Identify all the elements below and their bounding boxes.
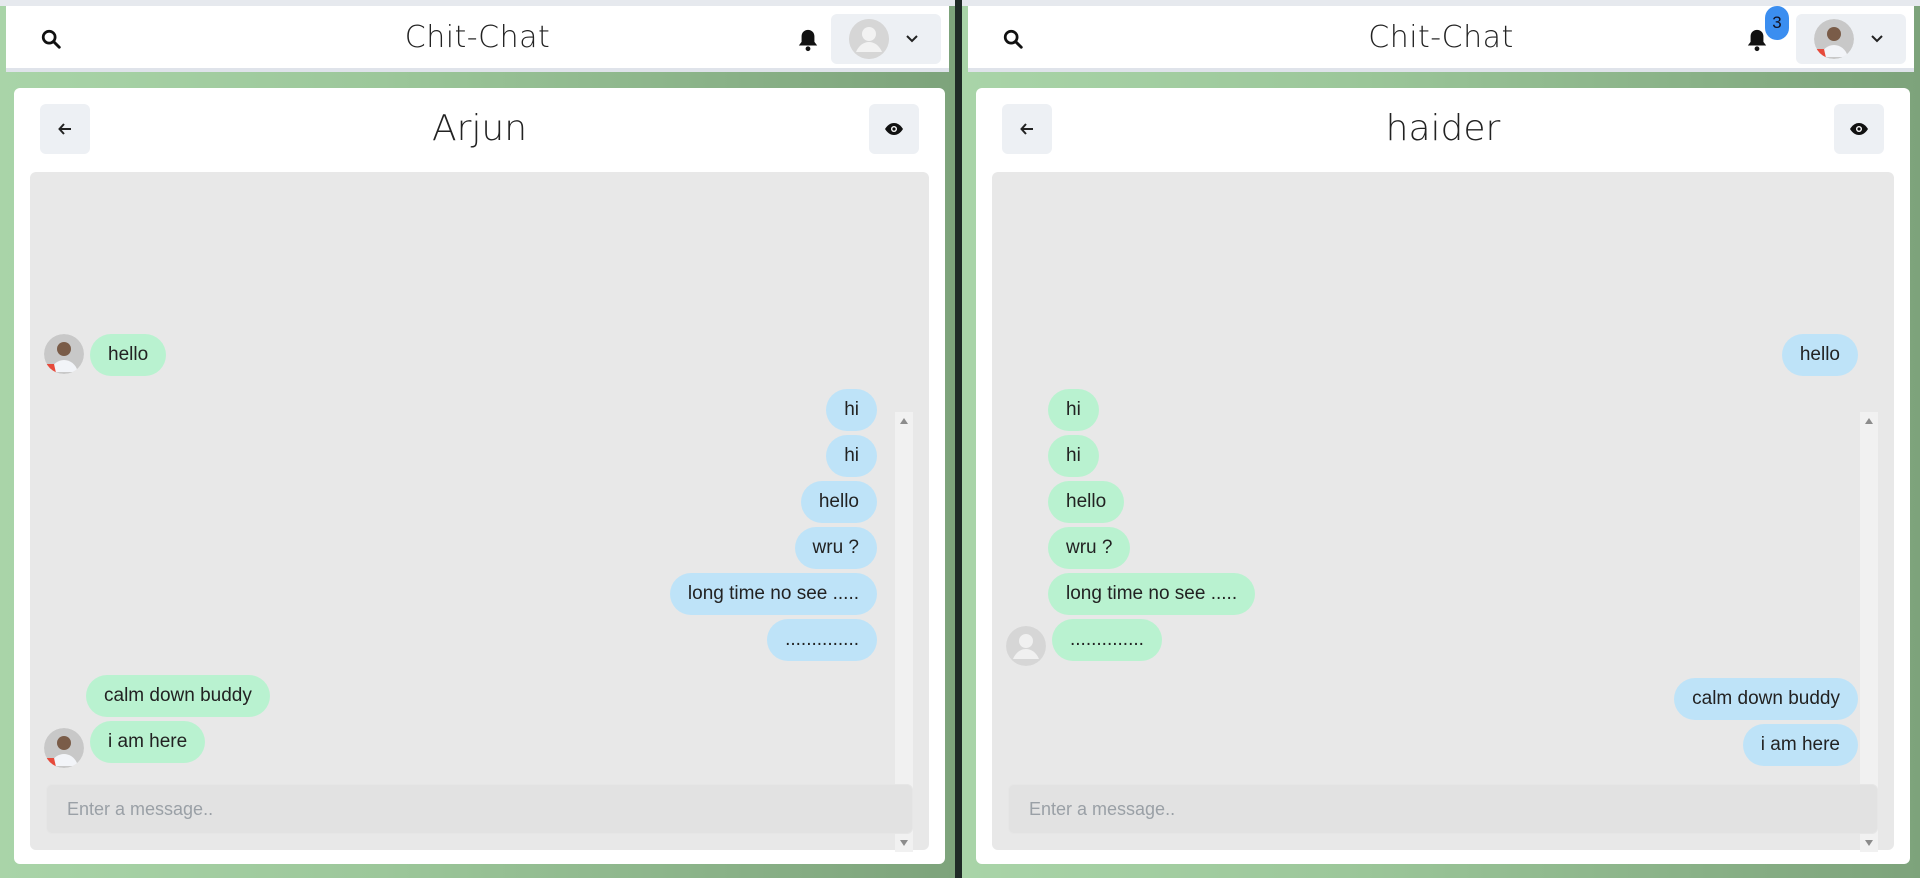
profile-menu-button[interactable] xyxy=(831,14,941,64)
avatar-icon xyxy=(849,19,889,59)
message-bubble: wru ? xyxy=(794,527,877,569)
chevron-down-icon xyxy=(905,32,919,46)
chat-card: Arjun hello hi hi hello wru ? long time … xyxy=(14,88,945,864)
message-bubble: hi xyxy=(826,435,877,477)
message-input[interactable] xyxy=(46,784,913,834)
chat-title: Arjun xyxy=(431,108,528,149)
avatar-icon xyxy=(1814,19,1854,59)
message-bubble: i am here xyxy=(90,721,206,763)
bell-icon[interactable] xyxy=(794,26,822,54)
message-bubble: long time no see ..... xyxy=(669,573,877,615)
profile-menu-button[interactable] xyxy=(1796,14,1906,64)
message-bubble: hello xyxy=(800,481,877,523)
avatar xyxy=(44,728,84,768)
message-bubble: i am here xyxy=(1742,724,1858,766)
message-area: hello hi hi hello wru ? long time no see… xyxy=(30,172,929,852)
window-divider xyxy=(955,0,962,878)
message-bubble: calm down buddy xyxy=(1674,678,1858,720)
message-bubble: hi xyxy=(1048,389,1099,431)
avatar xyxy=(44,334,84,374)
left-window: Chit-Chat Arjun hello hi hi hello wru ? … xyxy=(0,0,955,878)
message-bubble: .............. xyxy=(767,619,877,661)
chevron-down-icon xyxy=(1870,32,1884,46)
message-bubble: hi xyxy=(1048,435,1099,477)
eye-icon xyxy=(885,123,903,135)
navbar: Chit-Chat xyxy=(6,6,949,72)
view-profile-button[interactable] xyxy=(1834,104,1884,154)
message-bubble: hello xyxy=(90,334,167,376)
navbar: Chit-Chat 3 xyxy=(968,6,1914,72)
chat-title: haider xyxy=(1385,108,1501,149)
message-input[interactable] xyxy=(1008,784,1878,834)
view-profile-button[interactable] xyxy=(869,104,919,154)
message-area: hello hi hi hello wru ? long time no see… xyxy=(992,172,1894,852)
message-bubble: .............. xyxy=(1052,619,1162,661)
message-bubble: calm down buddy xyxy=(86,675,270,717)
message-bubble: hello xyxy=(1048,481,1125,523)
avatar xyxy=(1006,626,1046,666)
message-bubble: long time no see ..... xyxy=(1048,573,1256,615)
message-bubble: hello xyxy=(1781,334,1858,376)
message-bubble: hi xyxy=(826,389,877,431)
eye-icon xyxy=(1850,123,1868,135)
chat-card: haider hello hi hi hello wru ? long time… xyxy=(976,88,1910,864)
notification-badge[interactable]: 3 xyxy=(1765,6,1789,40)
message-bubble: wru ? xyxy=(1048,527,1131,569)
right-window: Chit-Chat 3 haider hello hi hi hello wru… xyxy=(962,0,1920,878)
